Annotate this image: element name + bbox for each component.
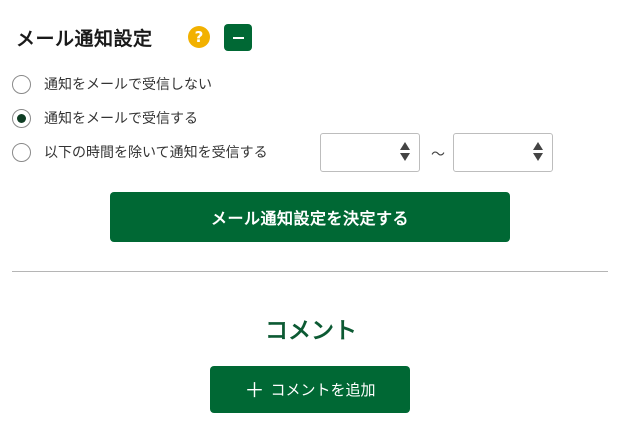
help-icon[interactable]: ? bbox=[188, 26, 210, 48]
collapse-button[interactable] bbox=[224, 24, 252, 51]
plus-icon: ＋ bbox=[244, 377, 265, 402]
submit-notification-settings-button[interactable]: メール通知設定を決定する bbox=[110, 192, 510, 242]
section-title: メール通知設定 bbox=[16, 27, 153, 50]
notification-settings-panel: メール通知設定 ? 通知をメールで受信しない 通知をメールで受信する 以下の時間… bbox=[0, 0, 622, 429]
radio-email[interactable] bbox=[12, 108, 31, 128]
radio-selected-dot bbox=[17, 113, 26, 123]
add-comment-button[interactable]: ＋ コメントを追加 bbox=[210, 366, 410, 413]
select-arrows-icon bbox=[533, 142, 543, 161]
time-range-separator: ～ bbox=[431, 147, 445, 163]
option-label: 通知をメールで受信する bbox=[44, 111, 198, 127]
option-no-email[interactable]: 通知をメールで受信しない bbox=[12, 73, 212, 95]
option-label: 通知をメールで受信しない bbox=[44, 77, 212, 93]
option-exclude-time[interactable]: 以下の時間を除いて通知を受信する bbox=[12, 141, 268, 163]
option-email[interactable]: 通知をメールで受信する bbox=[12, 107, 198, 129]
minus-icon bbox=[232, 36, 244, 39]
time-to-select[interactable] bbox=[453, 133, 553, 172]
comment-heading: コメント bbox=[265, 318, 357, 344]
section-header: メール通知設定 bbox=[16, 23, 153, 51]
option-label: 以下の時間を除いて通知を受信する bbox=[44, 145, 268, 161]
radio-no-email[interactable] bbox=[12, 74, 31, 94]
radio-exclude-time[interactable] bbox=[12, 142, 31, 162]
select-arrows-icon bbox=[400, 142, 410, 161]
add-comment-label: コメントを追加 bbox=[270, 381, 376, 399]
section-divider bbox=[12, 271, 608, 272]
submit-button-label: メール通知設定を決定する bbox=[210, 209, 409, 228]
time-from-select[interactable] bbox=[320, 133, 420, 172]
question-mark-icon: ? bbox=[194, 28, 204, 46]
